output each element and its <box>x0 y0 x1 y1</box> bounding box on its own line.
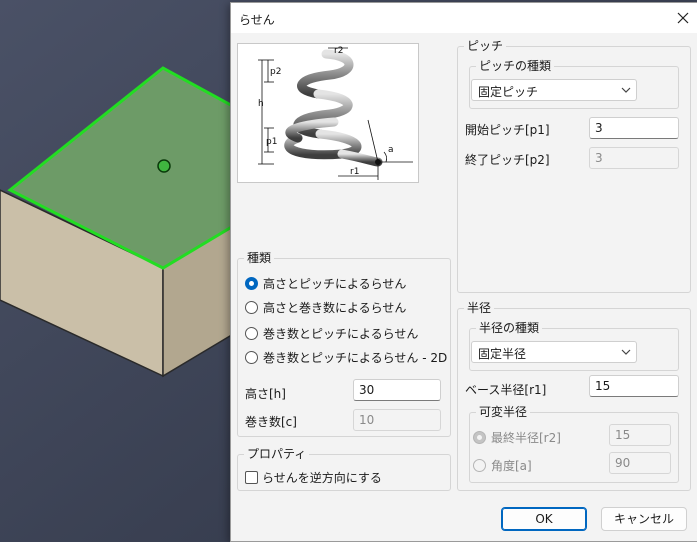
chevron-down-icon <box>621 349 631 355</box>
kind-option-height-pitch[interactable]: 高さとピッチによるらせん <box>245 275 406 292</box>
properties-group-label: プロパティ <box>247 447 307 461</box>
pitch-group-label: ピッチ <box>467 39 504 53</box>
start-pitch-input[interactable]: 3 <box>589 117 679 139</box>
angle-label: 角度[a] <box>491 459 532 473</box>
kind-option-label: 巻き数とピッチによるらせん - 2D <box>263 351 448 365</box>
start-pitch-label: 開始ピッチ[p1] <box>465 123 550 137</box>
pitch-type-group-label: ピッチの種類 <box>479 59 552 73</box>
angle-input[interactable]: 90 <box>609 452 671 474</box>
helix-dialog: らせん r2 p2 h p1 a r1 ピッチ ピッチの種類 固定ピッチ 開始ピ… <box>230 2 697 542</box>
kind-option-turns-pitch[interactable]: 巻き数とピッチによるらせん <box>245 325 418 342</box>
label-p2: p2 <box>270 67 281 77</box>
radio-button[interactable] <box>245 327 258 340</box>
height-input[interactable]: 30 <box>353 379 441 401</box>
radio-button[interactable] <box>473 431 486 444</box>
radius-type-group-label: 半径の種類 <box>479 321 540 335</box>
end-pitch-label: 終了ピッチ[p2] <box>465 153 550 167</box>
helix-diagram: r2 p2 h p1 a r1 <box>237 43 419 183</box>
radio-button[interactable] <box>245 351 258 364</box>
label-a: a <box>388 145 394 155</box>
ok-button[interactable]: OK <box>501 507 587 531</box>
label-r1: r1 <box>350 167 359 177</box>
reverse-direction-checkbox-row[interactable]: らせんを逆方向にする <box>245 469 382 486</box>
final-radius-label: 最終半径[r2] <box>491 431 561 445</box>
radius-type-select[interactable]: 固定半径 <box>471 341 637 363</box>
kind-option-label: 高さと巻き数によるらせん <box>263 301 407 315</box>
kind-option-turns-pitch-2d[interactable]: 巻き数とピッチによるらせん - 2D <box>245 349 447 366</box>
final-radius-option[interactable]: 最終半径[r2] <box>473 429 561 446</box>
turns-label: 巻き数[c] <box>245 415 297 429</box>
dialog-title: らせん <box>239 13 275 27</box>
radius-type-value: 固定半径 <box>478 347 527 361</box>
label-p1: p1 <box>266 137 277 147</box>
turns-input[interactable]: 10 <box>353 409 441 431</box>
kind-option-label: 高さとピッチによるらせん <box>263 277 407 291</box>
title-bar: らせん <box>231 3 697 33</box>
chevron-down-icon <box>621 87 631 93</box>
base-radius-input[interactable]: 15 <box>589 375 679 397</box>
radio-button[interactable] <box>245 277 258 290</box>
close-icon <box>677 12 689 24</box>
radio-button[interactable] <box>245 301 258 314</box>
kind-group-label: 種類 <box>247 251 272 265</box>
end-pitch-input[interactable]: 3 <box>589 147 679 169</box>
kind-option-height-turns[interactable]: 高さと巻き数によるらせん <box>245 299 406 316</box>
radio-button[interactable] <box>473 459 486 472</box>
label-h: h <box>258 99 264 109</box>
reverse-direction-label: らせんを逆方向にする <box>262 471 382 485</box>
height-label: 高さ[h] <box>245 387 286 401</box>
angle-option[interactable]: 角度[a] <box>473 457 532 474</box>
radius-group-label: 半径 <box>467 301 492 315</box>
reverse-direction-checkbox[interactable] <box>245 471 258 484</box>
close-button[interactable] <box>668 3 697 33</box>
pitch-type-value: 固定ピッチ <box>478 85 539 99</box>
base-radius-label: ベース半径[r1] <box>465 383 547 397</box>
cancel-button[interactable]: キャンセル <box>601 507 687 531</box>
helix-coil-icon <box>284 49 383 167</box>
kind-option-label: 巻き数とピッチによるらせん <box>263 327 419 341</box>
label-r2: r2 <box>334 46 343 56</box>
face-center-point[interactable] <box>157 159 171 173</box>
final-radius-input[interactable]: 15 <box>609 424 671 446</box>
pitch-type-select[interactable]: 固定ピッチ <box>471 79 637 101</box>
variable-radius-group-label: 可変半径 <box>479 405 528 419</box>
